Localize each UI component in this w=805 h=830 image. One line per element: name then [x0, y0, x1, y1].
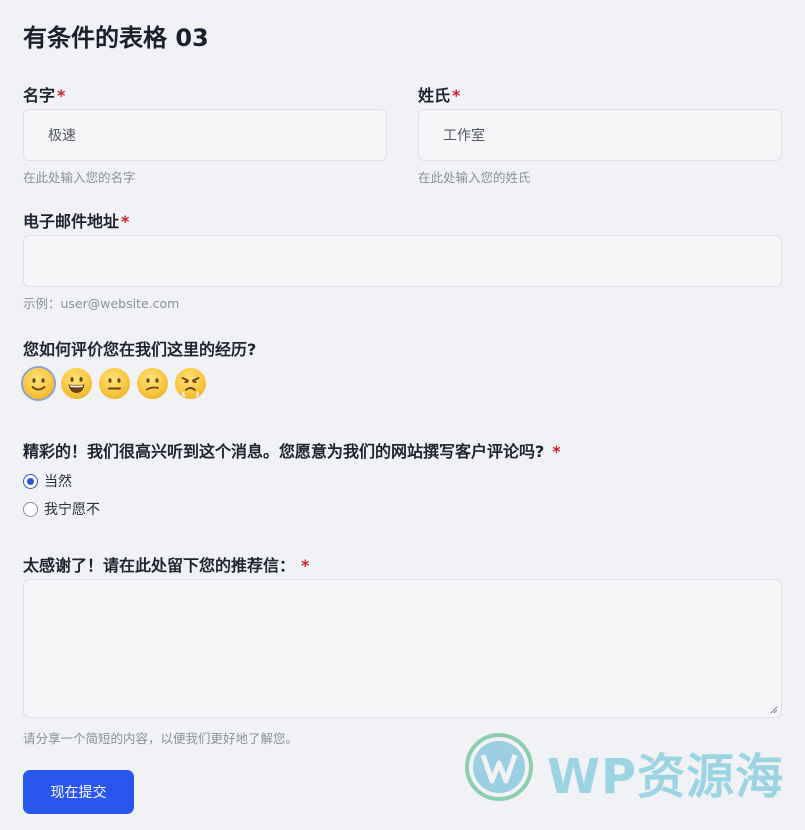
first-name-label-text: 名字	[23, 86, 56, 105]
confused-face-icon[interactable]	[137, 368, 168, 399]
form-title: 有条件的表格 03	[23, 24, 209, 52]
testimonial-label-text: 太感谢了！请在此处留下您的推荐信：	[23, 556, 296, 575]
first-name-hint: 在此处输入您的名字	[23, 170, 136, 185]
required-marker: *	[301, 556, 310, 575]
review-question-text: 精彩的！我们很高兴听到这个消息。您愿意为我们的网站撰写客户评论吗?	[23, 442, 545, 461]
radio-checked-icon[interactable]	[23, 473, 38, 489]
submit-button[interactable]: 现在提交	[23, 770, 134, 814]
required-marker: *	[121, 212, 130, 231]
first-name-input[interactable]: 极速	[23, 109, 387, 161]
last-name-input[interactable]: 工作室	[418, 109, 782, 161]
grinning-face-icon[interactable]	[61, 368, 92, 399]
testimonial-label: 太感谢了！请在此处留下您的推荐信： *	[23, 552, 309, 576]
review-question: 精彩的！我们很高兴听到这个消息。您愿意为我们的网站撰写客户评论吗? *	[23, 438, 561, 462]
radio-unchecked-icon[interactable]	[23, 501, 38, 517]
email-input[interactable]	[23, 235, 782, 287]
rating-emoji-group	[23, 368, 213, 399]
watermark: WP资源海	[461, 733, 791, 805]
angry-face-icon[interactable]	[175, 368, 206, 399]
review-option-no[interactable]: 我宁愿不	[23, 499, 100, 519]
review-option-no-label: 我宁愿不	[44, 502, 100, 518]
wordpress-logo-icon	[465, 733, 533, 801]
resize-handle-icon[interactable]	[770, 706, 778, 714]
testimonial-textarea[interactable]	[23, 579, 782, 718]
neutral-face-icon[interactable]	[99, 368, 130, 399]
last-name-value: 工作室	[443, 128, 485, 144]
email-label: 电子邮件地址 *	[23, 208, 129, 232]
first-name-value: 极速	[48, 128, 76, 144]
required-marker: *	[452, 86, 461, 105]
review-option-yes[interactable]: 当然	[23, 471, 72, 491]
rating-question: 您如何评价您在我们这里的经历?	[23, 340, 257, 359]
required-marker: *	[57, 86, 66, 105]
first-name-label: 名字 *	[23, 82, 65, 106]
review-option-yes-label: 当然	[44, 474, 72, 490]
watermark-text: WP资源海	[547, 749, 785, 805]
email-label-text: 电子邮件地址	[23, 212, 120, 231]
slightly-smiling-face-icon[interactable]	[23, 368, 54, 399]
last-name-label-text: 姓氏	[418, 86, 451, 105]
last-name-label: 姓氏 *	[418, 82, 460, 106]
testimonial-hint: 请分享一个简短的内容，以便我们更好地了解您。	[23, 731, 299, 746]
email-hint: 示例：user@website.com	[23, 296, 180, 311]
last-name-hint: 在此处输入您的姓氏	[418, 170, 531, 185]
required-marker: *	[552, 442, 561, 461]
